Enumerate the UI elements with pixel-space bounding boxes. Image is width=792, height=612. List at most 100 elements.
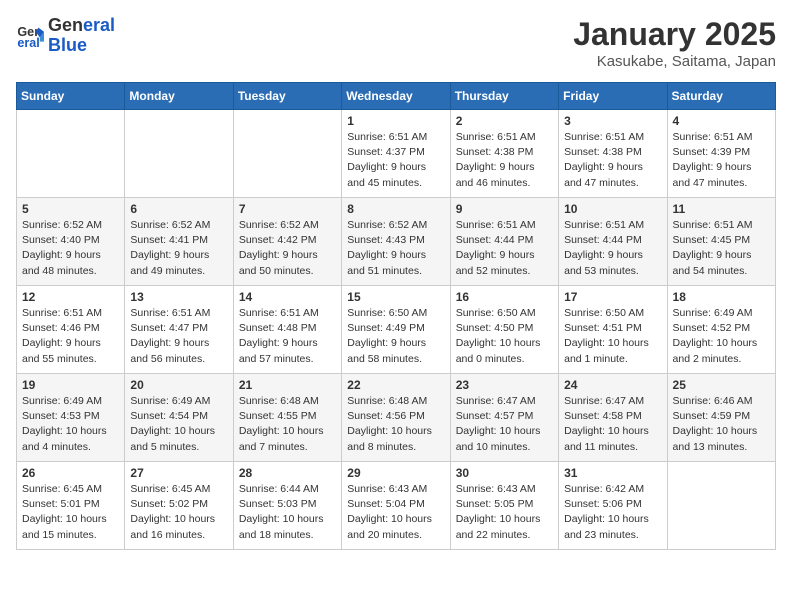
calendar-day-cell: 7 Sunrise: 6:52 AM Sunset: 4:42 PM Daylig… <box>233 198 341 286</box>
logo-icon: Gen eral <box>16 22 44 50</box>
calendar-day-cell: 20 Sunrise: 6:49 AM Sunset: 4:54 PM Dayli… <box>125 374 233 462</box>
day-number: 4 <box>673 114 770 128</box>
calendar-day-cell: 12 Sunrise: 6:51 AM Sunset: 4:46 PM Dayli… <box>17 286 125 374</box>
day-number: 11 <box>673 202 770 216</box>
calendar-day-cell: 22 Sunrise: 6:48 AM Sunset: 4:56 PM Dayli… <box>342 374 450 462</box>
day-info: Sunrise: 6:50 AM Sunset: 4:51 PM Dayligh… <box>564 306 661 367</box>
day-number: 28 <box>239 466 336 480</box>
day-number: 27 <box>130 466 227 480</box>
calendar-day-cell: 31Sunrise: 6:42 AM Sunset: 5:06 PM Dayli… <box>559 462 667 550</box>
day-info: Sunrise: 6:52 AM Sunset: 4:41 PM Dayligh… <box>130 218 227 279</box>
day-number: 10 <box>564 202 661 216</box>
day-info: Sunrise: 6:43 AM Sunset: 5:04 PM Dayligh… <box>347 482 444 543</box>
calendar-day-cell <box>17 110 125 198</box>
day-info: Sunrise: 6:49 AM Sunset: 4:54 PM Dayligh… <box>130 394 227 455</box>
calendar-week-row: 12 Sunrise: 6:51 AM Sunset: 4:46 PM Dayli… <box>17 286 776 374</box>
calendar-day-cell: 5 Sunrise: 6:52 AM Sunset: 4:40 PM Daylig… <box>17 198 125 286</box>
day-number: 3 <box>564 114 661 128</box>
day-info: Sunrise: 6:47 AM Sunset: 4:58 PM Dayligh… <box>564 394 661 455</box>
day-info: Sunrise: 6:51 AM Sunset: 4:44 PM Dayligh… <box>456 218 553 279</box>
day-number: 21 <box>239 378 336 392</box>
calendar-day-cell: 14Sunrise: 6:51 AM Sunset: 4:48 PM Dayli… <box>233 286 341 374</box>
day-info: Sunrise: 6:45 AM Sunset: 5:01 PM Dayligh… <box>22 482 119 543</box>
calendar-week-row: 19 Sunrise: 6:49 AM Sunset: 4:53 PM Dayli… <box>17 374 776 462</box>
day-info: Sunrise: 6:52 AM Sunset: 4:42 PM Dayligh… <box>239 218 336 279</box>
calendar-day-cell <box>667 462 775 550</box>
calendar-day-cell: 23 Sunrise: 6:47 AM Sunset: 4:57 PM Dayli… <box>450 374 558 462</box>
calendar-body: 1 Sunrise: 6:51 AM Sunset: 4:37 PM Daylig… <box>17 110 776 550</box>
day-number: 20 <box>130 378 227 392</box>
day-number: 9 <box>456 202 553 216</box>
day-number: 25 <box>673 378 770 392</box>
calendar-day-cell: 15Sunrise: 6:50 AM Sunset: 4:49 PM Dayli… <box>342 286 450 374</box>
day-number: 7 <box>239 202 336 216</box>
calendar-day-cell: 21 Sunrise: 6:48 AM Sunset: 4:55 PM Dayli… <box>233 374 341 462</box>
day-info: Sunrise: 6:52 AM Sunset: 4:43 PM Dayligh… <box>347 218 444 279</box>
calendar-subtitle: Kasukabe, Saitama, Japan <box>573 53 776 70</box>
calendar-week-row: 5 Sunrise: 6:52 AM Sunset: 4:40 PM Daylig… <box>17 198 776 286</box>
day-number: 24 <box>564 378 661 392</box>
day-info: Sunrise: 6:47 AM Sunset: 4:57 PM Dayligh… <box>456 394 553 455</box>
calendar-week-row: 1 Sunrise: 6:51 AM Sunset: 4:37 PM Daylig… <box>17 110 776 198</box>
calendar-day-cell: 2Sunrise: 6:51 AM Sunset: 4:38 PM Daylig… <box>450 110 558 198</box>
calendar-day-cell: 24 Sunrise: 6:47 AM Sunset: 4:58 PM Dayli… <box>559 374 667 462</box>
calendar-day-cell: 6 Sunrise: 6:52 AM Sunset: 4:41 PM Daylig… <box>125 198 233 286</box>
day-number: 22 <box>347 378 444 392</box>
day-info: Sunrise: 6:46 AM Sunset: 4:59 PM Dayligh… <box>673 394 770 455</box>
calendar-day-cell: 30Sunrise: 6:43 AM Sunset: 5:05 PM Dayli… <box>450 462 558 550</box>
logo-text-line1: General <box>48 16 115 36</box>
calendar-table: SundayMondayTuesdayWednesdayThursdayFrid… <box>16 82 776 550</box>
day-info: Sunrise: 6:45 AM Sunset: 5:02 PM Dayligh… <box>130 482 227 543</box>
calendar-week-row: 26 Sunrise: 6:45 AM Sunset: 5:01 PM Dayli… <box>17 462 776 550</box>
day-info: Sunrise: 6:51 AM Sunset: 4:37 PM Dayligh… <box>347 130 444 191</box>
calendar-header: SundayMondayTuesdayWednesdayThursdayFrid… <box>17 83 776 110</box>
day-number: 29 <box>347 466 444 480</box>
day-info: Sunrise: 6:51 AM Sunset: 4:46 PM Dayligh… <box>22 306 119 367</box>
day-info: Sunrise: 6:51 AM Sunset: 4:44 PM Dayligh… <box>564 218 661 279</box>
day-info: Sunrise: 6:49 AM Sunset: 4:52 PM Dayligh… <box>673 306 770 367</box>
calendar-day-cell: 3Sunrise: 6:51 AM Sunset: 4:38 PM Daylig… <box>559 110 667 198</box>
calendar-day-cell: 25 Sunrise: 6:46 AM Sunset: 4:59 PM Dayli… <box>667 374 775 462</box>
day-number: 1 <box>347 114 444 128</box>
day-info: Sunrise: 6:48 AM Sunset: 4:55 PM Dayligh… <box>239 394 336 455</box>
header-tuesday: Tuesday <box>233 83 341 110</box>
day-number: 23 <box>456 378 553 392</box>
day-number: 12 <box>22 290 119 304</box>
calendar-day-cell: 17 Sunrise: 6:50 AM Sunset: 4:51 PM Dayli… <box>559 286 667 374</box>
header-monday: Monday <box>125 83 233 110</box>
calendar-day-cell: 26 Sunrise: 6:45 AM Sunset: 5:01 PM Dayli… <box>17 462 125 550</box>
day-info: Sunrise: 6:52 AM Sunset: 4:40 PM Dayligh… <box>22 218 119 279</box>
calendar-day-cell: 8 Sunrise: 6:52 AM Sunset: 4:43 PM Daylig… <box>342 198 450 286</box>
day-number: 18 <box>673 290 770 304</box>
day-number: 13 <box>130 290 227 304</box>
calendar-day-cell: 29 Sunrise: 6:43 AM Sunset: 5:04 PM Dayli… <box>342 462 450 550</box>
day-number: 26 <box>22 466 119 480</box>
day-number: 8 <box>347 202 444 216</box>
header-thursday: Thursday <box>450 83 558 110</box>
header-row: SundayMondayTuesdayWednesdayThursdayFrid… <box>17 83 776 110</box>
day-info: Sunrise: 6:49 AM Sunset: 4:53 PM Dayligh… <box>22 394 119 455</box>
calendar-day-cell: 28 Sunrise: 6:44 AM Sunset: 5:03 PM Dayli… <box>233 462 341 550</box>
day-number: 5 <box>22 202 119 216</box>
calendar-day-cell: 11Sunrise: 6:51 AM Sunset: 4:45 PM Dayli… <box>667 198 775 286</box>
day-info: Sunrise: 6:48 AM Sunset: 4:56 PM Dayligh… <box>347 394 444 455</box>
day-info: Sunrise: 6:43 AM Sunset: 5:05 PM Dayligh… <box>456 482 553 543</box>
day-info: Sunrise: 6:51 AM Sunset: 4:47 PM Dayligh… <box>130 306 227 367</box>
day-info: Sunrise: 6:44 AM Sunset: 5:03 PM Dayligh… <box>239 482 336 543</box>
svg-text:eral: eral <box>17 36 39 50</box>
calendar-day-cell: 13 Sunrise: 6:51 AM Sunset: 4:47 PM Dayli… <box>125 286 233 374</box>
logo: Gen eral General Blue <box>16 16 115 56</box>
day-info: Sunrise: 6:51 AM Sunset: 4:38 PM Dayligh… <box>456 130 553 191</box>
calendar-title: January 2025 <box>573 16 776 53</box>
calendar-day-cell: 19 Sunrise: 6:49 AM Sunset: 4:53 PM Dayli… <box>17 374 125 462</box>
day-number: 16 <box>456 290 553 304</box>
logo-text-line2: Blue <box>48 36 115 56</box>
day-number: 6 <box>130 202 227 216</box>
page-header: Gen eral General Blue January 2025 Kasuk… <box>16 16 776 70</box>
calendar-day-cell <box>233 110 341 198</box>
day-number: 19 <box>22 378 119 392</box>
day-info: Sunrise: 6:51 AM Sunset: 4:48 PM Dayligh… <box>239 306 336 367</box>
day-number: 17 <box>564 290 661 304</box>
header-saturday: Saturday <box>667 83 775 110</box>
calendar-day-cell: 10 Sunrise: 6:51 AM Sunset: 4:44 PM Dayli… <box>559 198 667 286</box>
